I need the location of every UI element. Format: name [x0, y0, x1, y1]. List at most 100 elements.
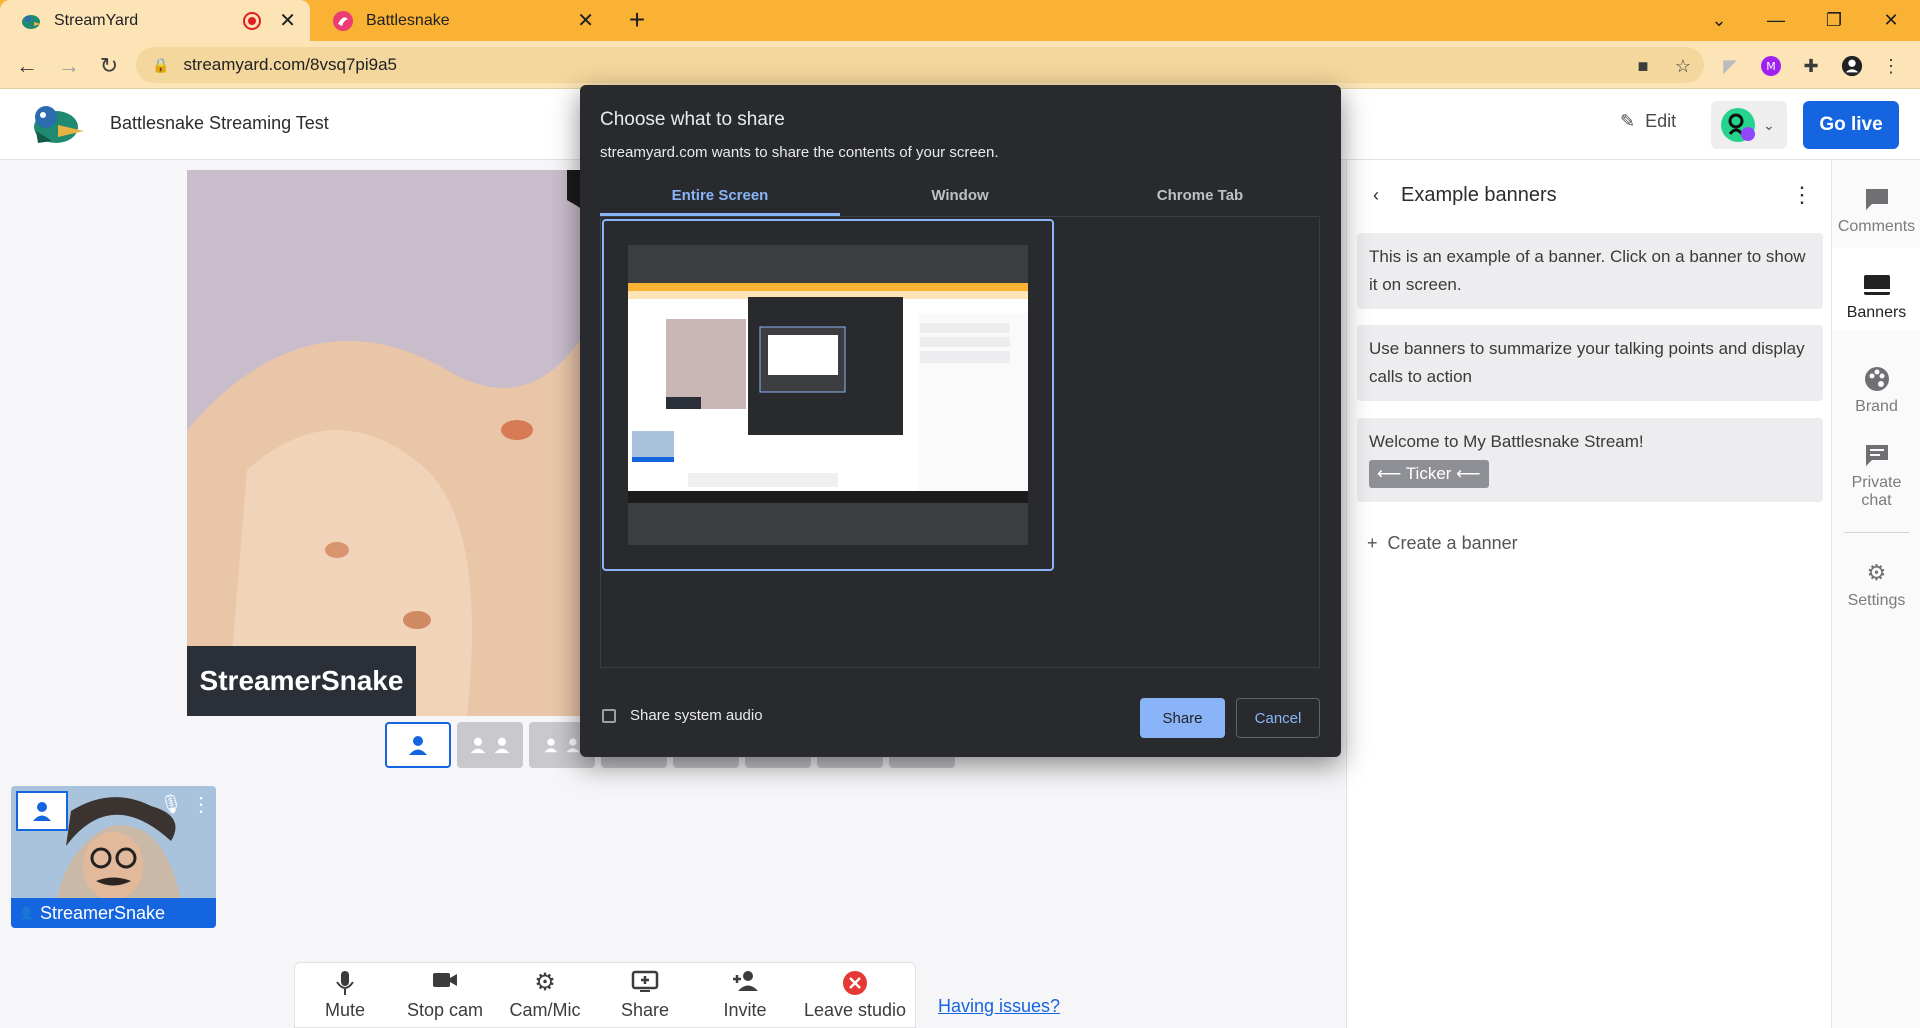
banner-text: Welcome to My Battlesnake Stream!	[1369, 432, 1644, 451]
tab-search-icon[interactable]: ⌄	[1690, 0, 1748, 41]
rail-label: Comments	[1837, 218, 1916, 235]
more-options-icon[interactable]: ⋮	[191, 792, 211, 818]
chevron-down-icon: ⌄	[1763, 116, 1775, 133]
layout-split-button[interactable]	[457, 722, 523, 768]
banners-panel: ‹ Example banners ⋮ This is an example o…	[1346, 160, 1831, 1028]
bookmark-star-icon[interactable]: ☆	[1672, 55, 1694, 77]
layout-solo-button[interactable]	[385, 722, 451, 768]
camera-icon	[432, 970, 458, 996]
share-screen-icon	[631, 970, 659, 996]
destinations-button[interactable]: ⌄	[1711, 101, 1787, 149]
restore-button[interactable]: ❐	[1805, 0, 1863, 41]
tab-title: Battlesnake	[366, 11, 450, 29]
studio-controls: Mute Stop cam ⚙ Cam/Mic Share Invite Lea…	[294, 962, 916, 1028]
share-button[interactable]: Share	[1140, 698, 1225, 738]
edit-button[interactable]: ✎ Edit	[1620, 111, 1676, 132]
streamyard-logo-icon	[34, 106, 84, 143]
mic-icon	[335, 970, 355, 996]
banner-item[interactable]: Use banners to summarize your talking po…	[1357, 325, 1823, 401]
screen-preview-image	[628, 283, 1028, 503]
tab-chrome-tab[interactable]: Chrome Tab	[1080, 185, 1320, 216]
url-text: streamyard.com/8vsq7pi9a5	[183, 55, 397, 74]
more-options-icon[interactable]: ⋮	[1791, 182, 1813, 208]
screen-thumbnail[interactable]	[602, 219, 1054, 571]
ticker-badge: ⟵ Ticker ⟵	[1369, 460, 1489, 488]
share-screen-dialog: Choose what to share streamyard.com want…	[580, 85, 1341, 757]
puzzle-extensions-icon[interactable]: ✚	[1800, 55, 1822, 77]
close-tab-icon[interactable]: ✕	[577, 11, 594, 31]
reload-icon[interactable]: ↻	[94, 51, 124, 81]
destination-avatar	[1721, 108, 1755, 142]
new-tab-button[interactable]: +	[622, 6, 652, 36]
right-rail: Comments Banners Brand Private chat ⚙ Se…	[1831, 160, 1920, 1028]
close-window-button[interactable]: ✕	[1862, 0, 1920, 41]
dialog-title: Choose what to share	[600, 109, 785, 130]
guest-name: StreamerSnake	[39, 902, 166, 923]
panel-header: ‹ Example banners ⋮	[1373, 180, 1813, 210]
profile-avatar-icon[interactable]	[1841, 55, 1863, 77]
chevron-left-icon[interactable]: ‹	[1373, 185, 1379, 206]
go-live-button[interactable]: Go live	[1803, 101, 1899, 149]
share-audio-checkbox[interactable]	[602, 708, 616, 723]
rail-label: Settings	[1847, 592, 1906, 609]
banner-item-ticker[interactable]: Welcome to My Battlesnake Stream! ⟵ Tick…	[1357, 418, 1823, 502]
rail-banners[interactable]: Banners	[1832, 248, 1920, 330]
leave-studio-button[interactable]: Leave studio	[795, 963, 915, 1027]
pencil-icon: ✎	[1620, 111, 1636, 131]
plus-icon: +	[1367, 533, 1378, 553]
close-tab-icon[interactable]: ✕	[279, 11, 296, 31]
guest-name-bar: 👤 StreamerSnake	[11, 898, 216, 928]
share-audio-row[interactable]: Share system audio	[602, 707, 763, 724]
dialog-subtitle: streamyard.com wants to share the conten…	[600, 144, 999, 161]
on-stage-toggle[interactable]	[16, 791, 68, 831]
share-label: Share	[620, 999, 670, 1020]
browser-tab-battlesnake[interactable]: Battlesnake ✕	[312, 0, 608, 41]
rail-label: Banners	[1846, 304, 1907, 321]
guest-tile[interactable]: 🎙 ⋮ 👤 StreamerSnake	[11, 786, 216, 928]
gear-icon: ⚙	[1866, 560, 1887, 585]
create-banner-button[interactable]: + Create a banner	[1367, 533, 1518, 554]
address-bar[interactable]: 🔒 streamyard.com/8vsq7pi9a5	[136, 47, 1704, 83]
minimize-button[interactable]: —	[1747, 0, 1805, 41]
tab-title: StreamYard	[54, 11, 139, 29]
megaphone-extension-icon[interactable]: ◤	[1719, 55, 1741, 77]
share-screen-button[interactable]: Share	[595, 963, 695, 1027]
share-source-list	[600, 218, 1320, 668]
chrome-menu-icon[interactable]: ⋮	[1880, 55, 1902, 77]
extension-m-icon[interactable]: M	[1760, 55, 1782, 77]
edit-label: Edit	[1645, 111, 1677, 131]
back-arrow-icon[interactable]: ←	[12, 51, 42, 81]
rail-label: Brand	[1855, 398, 1898, 415]
panel-title: Example banners	[1401, 183, 1557, 206]
cancel-button[interactable]: Cancel	[1236, 698, 1320, 738]
browser-toolbar: ← → ↻ 🔒 streamyard.com/8vsq7pi9a5 ■ ☆ ◤ …	[0, 41, 1920, 89]
share-source-tabs: Entire Screen Window Chrome Tab	[600, 185, 1320, 217]
banner-item[interactable]: This is an example of a banner. Click on…	[1357, 233, 1823, 309]
leave-icon	[842, 970, 868, 996]
rail-settings[interactable]: ⚙ Settings	[1832, 560, 1920, 610]
studio-title: Battlesnake Streaming Test	[110, 113, 329, 133]
cam-mic-settings-button[interactable]: ⚙ Cam/Mic	[495, 963, 595, 1027]
tab-window[interactable]: Window	[840, 185, 1080, 216]
camera-in-use-icon[interactable]: ■	[1632, 55, 1654, 77]
create-banner-label: Create a banner	[1387, 533, 1518, 553]
rail-label: Private chat	[1851, 474, 1902, 509]
share-audio-label: Share system audio	[630, 707, 763, 724]
mute-button[interactable]: Mute	[295, 963, 395, 1027]
palette-icon	[1863, 366, 1891, 392]
rail-private-chat[interactable]: Private chat	[1832, 442, 1920, 510]
forward-arrow-icon[interactable]: →	[54, 51, 84, 81]
stop-cam-button[interactable]: Stop cam	[395, 963, 495, 1027]
battlesnake-favicon-icon	[333, 10, 353, 31]
screen-preview	[628, 245, 1028, 545]
svg-text:M: M	[1766, 60, 1776, 73]
rail-comments[interactable]: Comments	[1832, 186, 1920, 236]
mic-icon[interactable]: 🎙	[159, 794, 183, 818]
invite-button[interactable]: Invite	[695, 963, 795, 1027]
having-issues-link[interactable]: Having issues?	[938, 996, 1060, 1017]
stage-name-tag: StreamerSnake	[187, 646, 416, 716]
tab-entire-screen[interactable]: Entire Screen	[600, 185, 840, 216]
chat-icon	[1863, 442, 1891, 468]
browser-tab-streamyard[interactable]: StreamYard ✕	[0, 0, 310, 41]
rail-brand[interactable]: Brand	[1832, 366, 1920, 416]
